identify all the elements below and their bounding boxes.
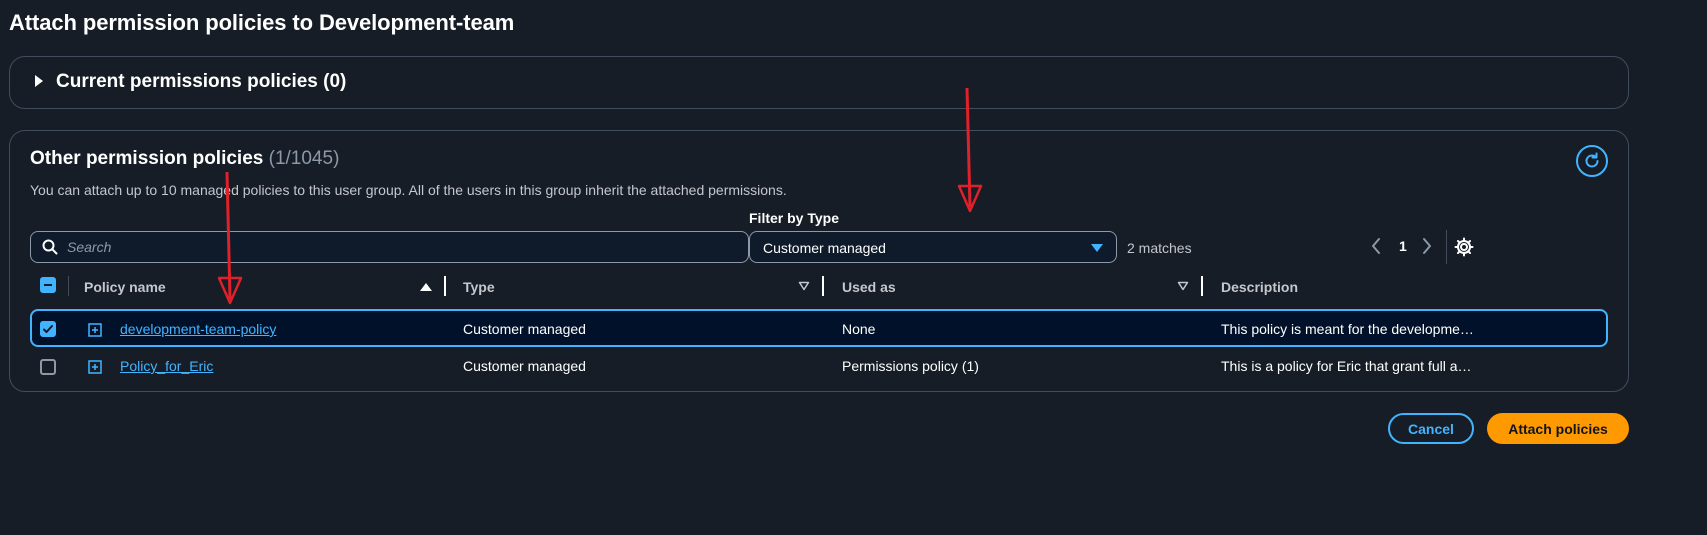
refresh-icon bbox=[1585, 152, 1599, 168]
sort-ascending-icon[interactable] bbox=[420, 283, 432, 291]
filter-type-label: Filter by Type bbox=[749, 210, 839, 226]
other-policies-panel: Other permission policies (1/1045) You c… bbox=[9, 130, 1629, 392]
column-divider bbox=[68, 276, 69, 296]
column-header-policy-name[interactable]: Policy name bbox=[84, 279, 166, 295]
column-resize-handle[interactable] bbox=[444, 276, 446, 296]
policy-used-as: None bbox=[842, 321, 876, 337]
caret-right-icon[interactable] bbox=[35, 75, 43, 87]
page-title: Attach permission policies to Developmen… bbox=[9, 10, 515, 35]
column-header-description[interactable]: Description bbox=[1221, 279, 1298, 295]
type-filter-select[interactable]: Customer managed bbox=[749, 231, 1117, 263]
column-resize-handle[interactable] bbox=[822, 276, 824, 296]
expand-icon[interactable] bbox=[88, 360, 102, 374]
chevron-right-icon[interactable] bbox=[1421, 237, 1433, 255]
policy-description: This policy is meant for the developme… bbox=[1221, 321, 1474, 337]
current-policies-heading[interactable]: Current permissions policies (0) bbox=[56, 71, 346, 93]
policy-used-as: Permissions policy (1) bbox=[842, 358, 979, 374]
other-policies-title: Other permission policies bbox=[30, 148, 264, 169]
policy-description: This is a policy for Eric that grant ful… bbox=[1221, 358, 1472, 374]
gear-icon[interactable] bbox=[1454, 237, 1474, 257]
policy-name-link[interactable]: Policy_for_Eric bbox=[120, 358, 213, 374]
other-policies-count: (1/1045) bbox=[268, 148, 340, 169]
search-field[interactable] bbox=[30, 231, 749, 263]
search-input[interactable] bbox=[67, 232, 737, 262]
sort-icon[interactable] bbox=[798, 281, 810, 291]
policy-type: Customer managed bbox=[463, 358, 586, 374]
chevron-left-icon[interactable] bbox=[1370, 237, 1382, 255]
other-policies-description: You can attach up to 10 managed policies… bbox=[30, 182, 787, 198]
column-header-used-as[interactable]: Used as bbox=[842, 279, 896, 295]
refresh-button[interactable] bbox=[1576, 145, 1608, 177]
other-policies-heading: Other permission policies (1/1045) bbox=[30, 148, 339, 170]
policy-name-link[interactable]: development-team-policy bbox=[120, 321, 276, 337]
expand-icon[interactable] bbox=[88, 323, 102, 337]
current-page[interactable]: 1 bbox=[1399, 238, 1407, 254]
pagination-divider bbox=[1446, 230, 1447, 264]
caret-down-icon bbox=[1091, 244, 1103, 252]
row-checkbox[interactable] bbox=[40, 321, 56, 337]
policy-type: Customer managed bbox=[463, 321, 586, 337]
matches-count: 2 matches bbox=[1127, 240, 1192, 256]
current-policies-panel[interactable]: Current permissions policies (0) bbox=[9, 56, 1629, 109]
search-icon bbox=[42, 239, 58, 255]
column-header-type[interactable]: Type bbox=[463, 279, 495, 295]
type-filter-value: Customer managed bbox=[763, 240, 886, 256]
check-icon bbox=[43, 325, 53, 333]
attach-policies-button[interactable]: Attach policies bbox=[1487, 413, 1629, 444]
sort-icon[interactable] bbox=[1177, 281, 1189, 291]
select-all-checkbox[interactable] bbox=[40, 277, 56, 293]
column-resize-handle[interactable] bbox=[1201, 276, 1203, 296]
row-checkbox[interactable] bbox=[40, 359, 56, 375]
cancel-button[interactable]: Cancel bbox=[1388, 413, 1474, 444]
